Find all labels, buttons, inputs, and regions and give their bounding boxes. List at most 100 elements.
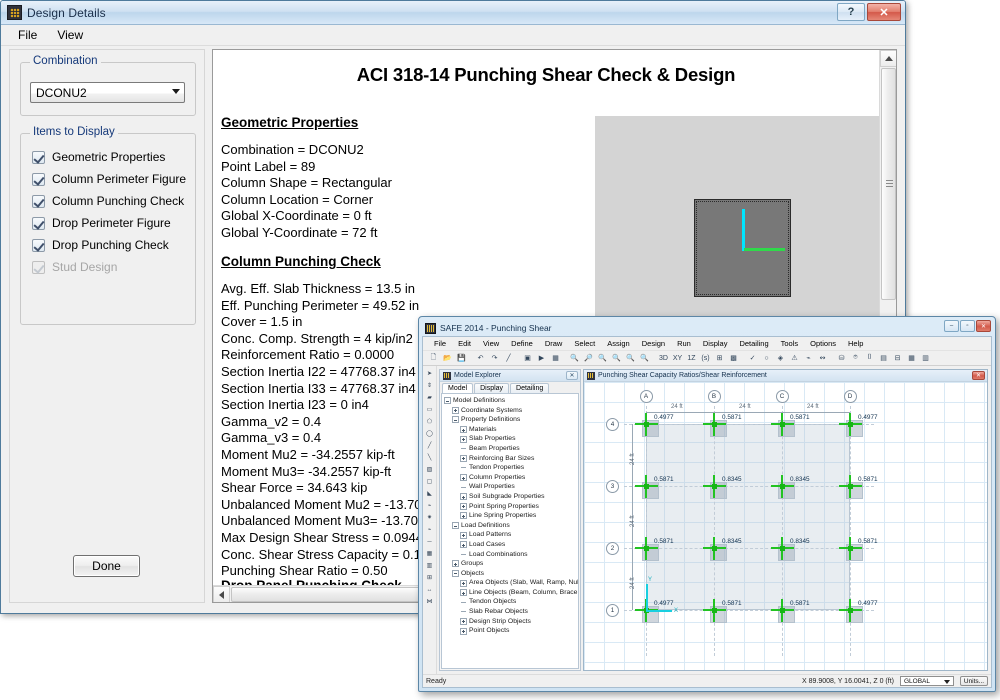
tree-node-13[interactable]: Load Definitions [444,521,578,531]
point-spring-icon[interactable]: ⌁ [424,524,435,535]
draw-poly-icon[interactable]: ⬠ [424,416,435,427]
spring-icon[interactable]: ⌁ [802,352,815,365]
1z-view-icon[interactable]: 1Z [685,352,698,365]
collapse-minus-icon[interactable] [452,522,459,530]
draw-column-icon[interactable]: ▨ [424,464,435,475]
expand-plus-icon[interactable] [452,406,459,414]
tree-node-22[interactable]: Slab Rebar Objects [444,607,578,617]
scroll-up-icon[interactable] [880,50,896,67]
draw-line-icon[interactable]: ╱ [424,440,435,451]
safe-menu-view[interactable]: View [477,339,505,348]
me-tab-detailing[interactable]: Detailing [510,383,550,393]
tree-node-18[interactable]: Objects [444,569,578,579]
close-icon[interactable]: ✕ [566,371,578,380]
grid-bubble-3[interactable]: 3 [606,479,619,493]
quick-draw-icon[interactable]: ⌁ [424,500,435,511]
point-load-icon[interactable]: ✷ [424,512,435,523]
checkbox-row-3[interactable]: Drop Perimeter Figure [32,212,195,234]
expand-plus-icon[interactable] [452,560,459,568]
table-icon[interactable]: ▦ [905,352,918,365]
draw-rect-icon[interactable]: ▭ [424,404,435,415]
xy-view-icon[interactable]: XY [671,352,684,365]
expand-plus-icon[interactable] [460,627,467,635]
tree-node-8[interactable]: Column Properties [444,473,578,483]
refresh-view-icon[interactable]: ▣ [521,352,534,365]
safe-menu-detailing[interactable]: Detailing [733,339,774,348]
rebar-icon[interactable]: ⊞ [424,572,435,583]
coordinate-system-dropdown[interactable]: GLOBAL [900,676,954,686]
menu-file[interactable]: File [9,26,46,44]
section-cut-icon[interactable]: ⌾ [849,352,862,365]
zoom-window-icon[interactable]: 🔍 [624,352,637,365]
draw-beam-icon[interactable]: ╲ [424,452,435,463]
line-icon[interactable]: ╱ [502,352,515,365]
tree-node-12[interactable]: Line Spring Properties [444,511,578,521]
menu-view[interactable]: View [48,26,92,44]
collapse-minus-icon[interactable] [452,416,459,424]
play-icon[interactable]: ▶ [535,352,548,365]
safe-menu-file[interactable]: File [428,339,452,348]
tree-node-20[interactable]: Line Objects (Beam, Column, Brace, Null) [444,588,578,598]
safe-menu-design[interactable]: Design [636,339,671,348]
save-icon[interactable]: 💾 [455,352,468,365]
tree-node-16[interactable]: Load Combinations [444,550,578,560]
display-options-icon[interactable]: ▩ [727,352,740,365]
checkbox-row-0[interactable]: Geometric Properties [32,146,195,168]
design-strip-icon[interactable]: ▥ [424,560,435,571]
checkbox-icon[interactable] [32,194,45,208]
punching-shear-canvas[interactable]: 24 ft 24 ft 24 ft 24 ft 24 ft 24 ft A B C D 4 3 2 1 0.… [584,382,987,670]
safe-menu-tools[interactable]: Tools [775,339,805,348]
3d-view-icon[interactable]: 3D [657,352,670,365]
expand-plus-icon[interactable] [460,474,467,482]
expand-plus-icon[interactable] [460,617,467,625]
maximize-icon[interactable]: ▫ [960,320,975,332]
expand-plus-icon[interactable] [460,454,467,462]
expand-plus-icon[interactable] [460,493,467,501]
grid-bubble-A[interactable]: A [639,390,653,403]
safe-menu-display[interactable]: Display [697,339,734,348]
zoom-in-icon[interactable]: 🔍 [568,352,581,365]
tree-node-7[interactable]: Tendon Properties [444,463,578,473]
done-button[interactable]: Done [73,555,140,577]
tree-node-11[interactable]: Point Spring Properties [444,502,578,512]
close-icon[interactable]: ✕ [972,371,985,380]
new-file-icon[interactable]: 🗋 [427,352,440,365]
vertical-scroll-thumb[interactable] [881,68,896,300]
tree-node-6[interactable]: Reinforcing Bar Sizes [444,454,578,464]
circle-icon[interactable]: ○ [760,352,773,365]
draw-area-icon[interactable]: ▰ [424,392,435,403]
scroll-left-icon[interactable] [213,586,230,602]
safe-menu-options[interactable]: Options [804,339,842,348]
measure-icon[interactable]: ⊞ [713,352,726,365]
checkbox-icon[interactable] [32,238,45,252]
grid-bubble-4[interactable]: 4 [606,417,619,431]
safe-menu-define[interactable]: Define [505,339,539,348]
zoom-full-icon[interactable]: 🔍 [610,352,623,365]
tree-node-15[interactable]: Load Cases [444,540,578,550]
grid-bubble-C[interactable]: C [775,390,789,403]
tree-node-2[interactable]: Property Definitions [444,415,578,425]
tree-node-23[interactable]: Design Strip Objects [444,617,578,627]
combination-dropdown[interactable]: DCONU2 [30,82,185,103]
grid-icon[interactable]: ⊟ [891,352,904,365]
pointer-icon[interactable]: ➤ [424,368,435,379]
warning-icon[interactable]: ⚠ [788,352,801,365]
zoom-out-icon[interactable]: 🔎 [582,352,595,365]
tree-node-17[interactable]: Groups [444,559,578,569]
tree-node-5[interactable]: Beam Properties [444,444,578,454]
draw-drop-icon[interactable]: ▢ [424,476,435,487]
grid-bubble-2[interactable]: 2 [606,541,619,555]
draw-circle-icon[interactable]: ◯ [424,428,435,439]
expand-plus-icon[interactable] [460,579,467,587]
run-analysis-icon[interactable]: ▦ [549,352,562,365]
model-explorer-tree[interactable]: Model Definitions Coordinate Systems Prope… [441,393,579,669]
safe-menu-draw[interactable]: Draw [539,339,569,348]
joint-reactions-icon[interactable]: ◈ [774,352,787,365]
help-button[interactable]: ? [837,3,865,21]
checkbox-row-4[interactable]: Drop Punching Check [32,234,195,256]
tree-node-19[interactable]: Area Objects (Slab, Wall, Ramp, Null) [444,578,578,588]
tabulate-icon[interactable]: ▥ [919,352,932,365]
checkbox-row-1[interactable]: Column Perimeter Figure [32,168,195,190]
undo-icon[interactable]: ↶ [474,352,487,365]
open-folder-icon[interactable]: 📂 [441,352,454,365]
